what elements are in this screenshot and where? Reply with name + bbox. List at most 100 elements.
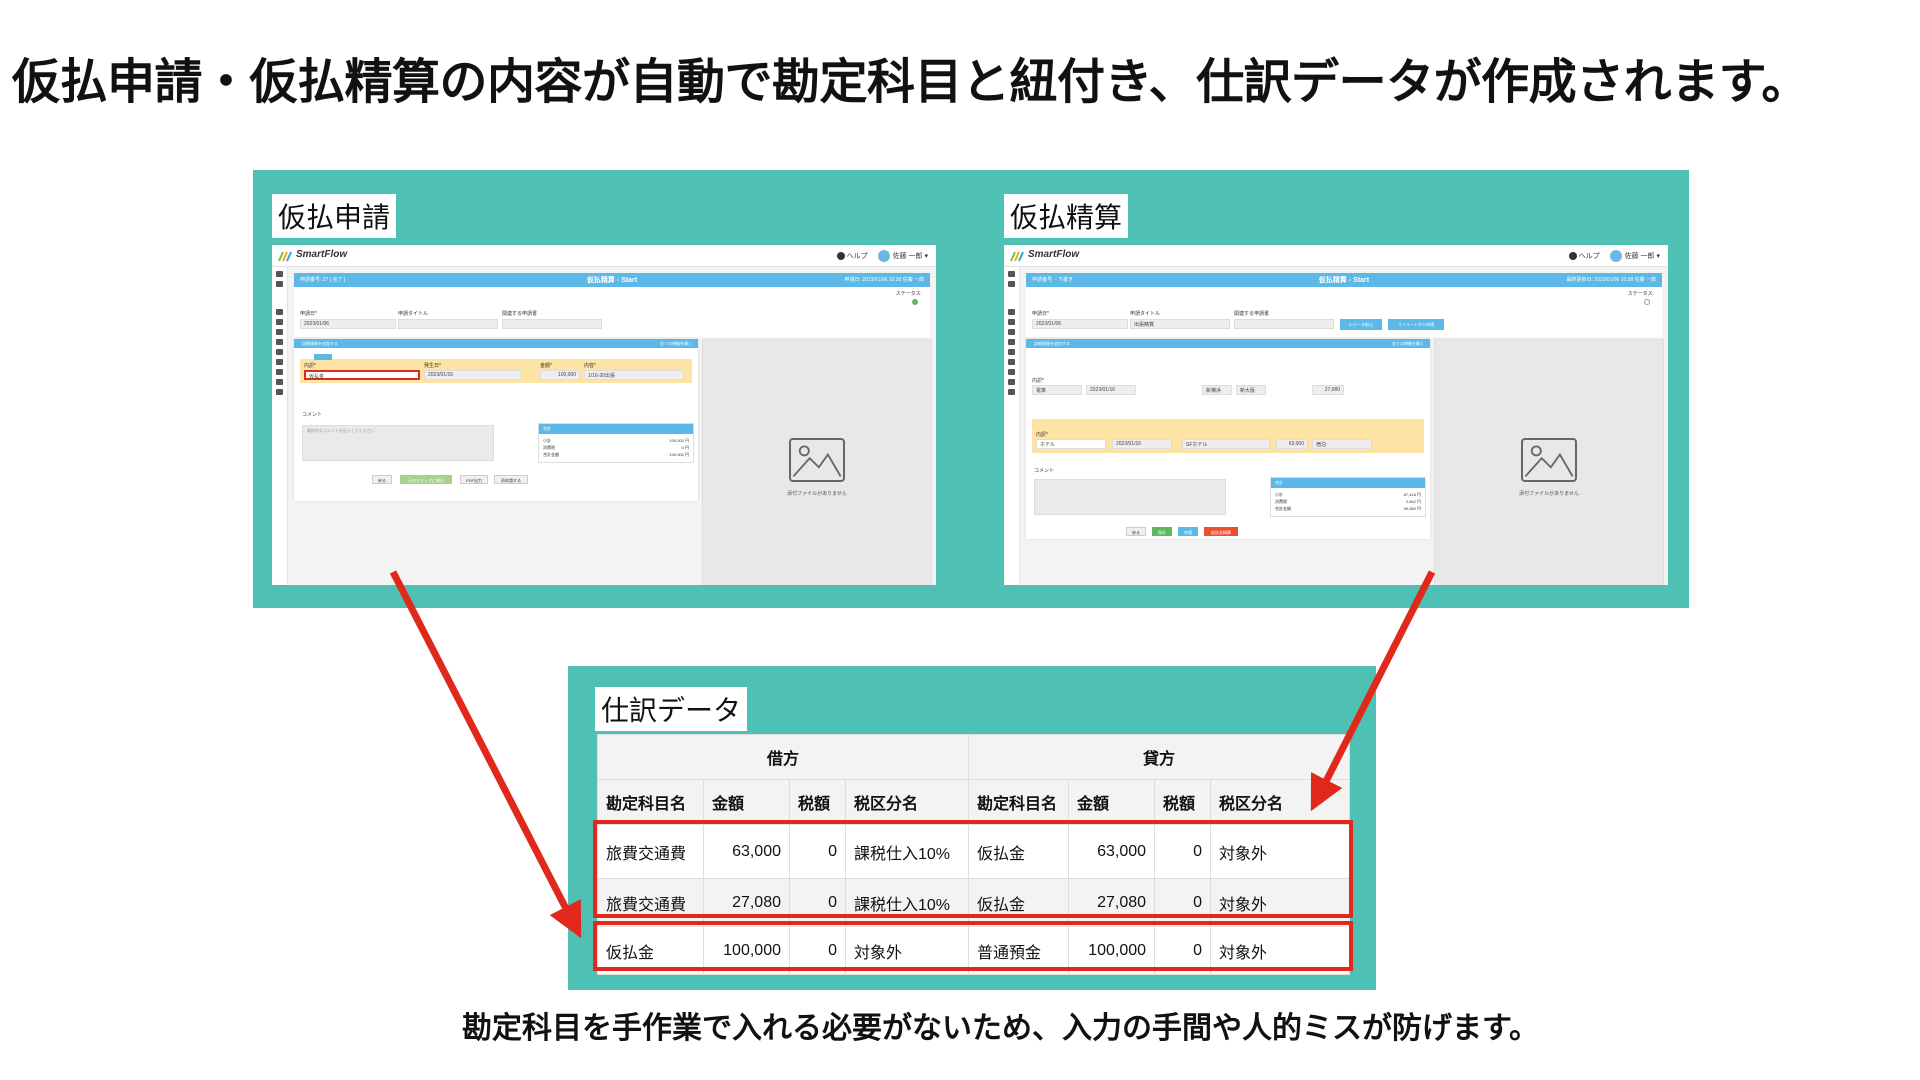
occur-date-input[interactable]: 2023/01/16 — [1112, 439, 1172, 449]
app-topbar: SmartFlow ヘルプ 佐藤 一郎 ▾ — [272, 245, 936, 267]
back-button[interactable]: 戻る — [1126, 527, 1146, 536]
total-value: 100,000 円 — [669, 452, 689, 457]
sidebar-menu-icon[interactable] — [1008, 271, 1015, 277]
subtotal-label: 小計 — [1275, 492, 1283, 497]
train-row: 内訳* 電車 2023/01/16 新横浜 新大阪 27,080 — [1032, 363, 1424, 395]
user-name[interactable]: 佐藤 一郎 — [1625, 253, 1655, 260]
hotel-row: 内訳* ホテル 2023/01/16 SFホテル 63,000 宿泊 — [1032, 419, 1424, 453]
form-fields: ステータス: 申請日* 2023/01/06 申請タイトル 出張精算 関連する申… — [1026, 287, 1662, 337]
topbar-right: ヘルプ 佐藤 一郎 ▾ — [836, 250, 928, 262]
title-input[interactable] — [398, 319, 498, 329]
user-name[interactable]: 佐藤 一郎 — [893, 253, 923, 260]
user-avatar[interactable] — [877, 250, 890, 262]
summary-title: 合計 — [543, 426, 551, 431]
detail-card-header: 詳細情報を追加する 全ての明細を開く — [294, 339, 698, 348]
expand-all-link[interactable]: 全ての明細を開く — [660, 341, 692, 347]
topbar-right: ヘルプ 佐藤 一郎 ▾ — [1568, 250, 1660, 262]
account-select[interactable]: 仮払金 — [304, 370, 420, 380]
no-attachment-text: 添付ファイルがありません — [787, 491, 847, 497]
app-main: 申請番号: - 下書き 仮払精算 - Start 最終更新日: 2023/01/… — [1020, 267, 1668, 585]
detail-header-text[interactable]: 詳細情報を追加する — [302, 341, 338, 347]
app-sidebar — [1004, 267, 1020, 585]
sidebar-file-icon[interactable] — [1008, 389, 1015, 395]
amount-label: 金額* — [540, 363, 552, 369]
sidebar-group-icon[interactable] — [276, 319, 283, 325]
comment-textarea[interactable] — [1034, 479, 1226, 515]
pdf-button[interactable]: PDF出力 — [460, 475, 488, 484]
sidebar-table-icon[interactable] — [1008, 349, 1015, 355]
sidebar-copy-icon[interactable] — [276, 379, 283, 385]
sidebar-grid-icon[interactable] — [276, 369, 283, 375]
to-input[interactable]: 新大阪 — [1236, 385, 1266, 395]
account-select[interactable]: 電車 — [1032, 385, 1082, 395]
help-link[interactable]: ヘルプ — [1579, 253, 1600, 260]
advance-settlement-label: 仮払精算 — [1004, 194, 1129, 238]
memo-input[interactable]: 1/16-20出張 — [584, 370, 684, 380]
user-avatar[interactable] — [1609, 250, 1622, 262]
help-icon[interactable] — [836, 252, 845, 260]
my-route-button[interactable]: マイルートから申請 — [1388, 319, 1444, 330]
expand-all-link[interactable]: 全ての明細を開く — [1392, 341, 1424, 347]
sidebar-copy-icon[interactable] — [1008, 379, 1015, 385]
place-input[interactable]: SFホテル — [1182, 439, 1270, 449]
sidebar-table-icon[interactable] — [276, 349, 283, 355]
total-label: 合計金額 — [543, 452, 559, 457]
title-input[interactable]: 出張精算 — [1130, 319, 1230, 329]
date-input[interactable]: 2023/01/06 — [1032, 319, 1128, 329]
reapply-button[interactable]: 再申請する — [494, 475, 528, 484]
related-input[interactable] — [502, 319, 602, 329]
date-input[interactable]: 2023/01/06 — [300, 319, 396, 329]
sidebar-users-icon[interactable] — [276, 309, 283, 315]
comment-label: コメント — [302, 412, 323, 418]
account-select[interactable]: ホテル — [1036, 439, 1106, 449]
sidebar-share-icon[interactable] — [1008, 359, 1015, 365]
amount-input[interactable]: 100,000 — [540, 370, 580, 380]
sidebar-list-icon[interactable] — [1008, 329, 1015, 335]
related-input[interactable] — [1234, 319, 1334, 329]
amount-input[interactable]: 27,080 — [1312, 385, 1344, 395]
smartflow-logo-icon — [1010, 251, 1024, 262]
detail-header-text[interactable]: 詳細情報を追加する — [1034, 341, 1070, 347]
sidebar-doc-icon[interactable] — [276, 281, 283, 287]
title-label: 申請タイトル — [398, 311, 429, 317]
debit-tax-col: 税額 — [789, 779, 846, 825]
credit-header: 貸方 — [968, 734, 1351, 780]
submit-button[interactable]: 申請 — [1178, 527, 1198, 536]
occur-date-input[interactable]: 2023/01/16 — [424, 370, 522, 380]
account-label: 内訳* — [1032, 378, 1044, 384]
sidebar-file-icon[interactable] — [276, 389, 283, 395]
sidebar-menu-icon[interactable] — [276, 271, 283, 277]
footer-note: 勘定科目を手作業で入れる必要がないため、入力の手間や人的ミスが防げます。 — [462, 1011, 1539, 1046]
amount-input[interactable]: 63,000 — [1276, 439, 1308, 449]
sidebar-list-icon[interactable] — [276, 329, 283, 335]
sidebar-share-icon[interactable] — [276, 359, 283, 365]
help-icon[interactable] — [1568, 252, 1577, 260]
sidebar-yen-icon[interactable] — [276, 339, 283, 345]
status-label: ステータス: — [895, 291, 922, 297]
from-input[interactable]: 新横浜 — [1202, 385, 1232, 395]
sidebar-users-icon[interactable] — [1008, 309, 1015, 315]
help-link[interactable]: ヘルプ — [847, 253, 868, 260]
summary-card: 合計 小計 100,000 円 消費税 0 円 合計金額 100,000 円 — [538, 423, 694, 463]
sidebar-group-icon[interactable] — [1008, 319, 1015, 325]
save-button[interactable]: 保存 — [1152, 527, 1172, 536]
ic-import-button[interactable]: ICデータ取込 — [1340, 319, 1382, 330]
detail-card: 詳細情報を追加する 全ての明細を開く 内訳* 仮払金 発生日* 2023/01/… — [294, 339, 698, 501]
sidebar-yen-icon[interactable] — [1008, 339, 1015, 345]
subtotal-label: 小計 — [543, 438, 551, 443]
debit-taxclass-col: 税区分名 — [844, 779, 970, 825]
return-step-button[interactable]: 元のステップに移行 — [400, 475, 452, 484]
back-button[interactable]: 戻る — [372, 475, 392, 484]
request-row-highlight — [593, 921, 1353, 971]
status-dot — [1644, 299, 1650, 305]
title-label: 申請タイトル — [1130, 311, 1161, 317]
sidebar-grid-icon[interactable] — [1008, 369, 1015, 375]
occur-date-input[interactable]: 2023/01/16 — [1086, 385, 1136, 395]
settle-button[interactable]: 仮払金精算 — [1204, 527, 1238, 536]
smartflow-logo-icon — [278, 251, 292, 262]
detail-card-header: 詳細情報を追加する 全ての明細を開く — [1026, 339, 1430, 348]
comment-textarea[interactable]: 最終的なコメントを記入してください — [302, 425, 494, 461]
memo-input[interactable]: 宿泊 — [1312, 439, 1372, 449]
tax-value: 2,662 円 — [1405, 499, 1421, 504]
sidebar-doc-icon[interactable] — [1008, 281, 1015, 287]
